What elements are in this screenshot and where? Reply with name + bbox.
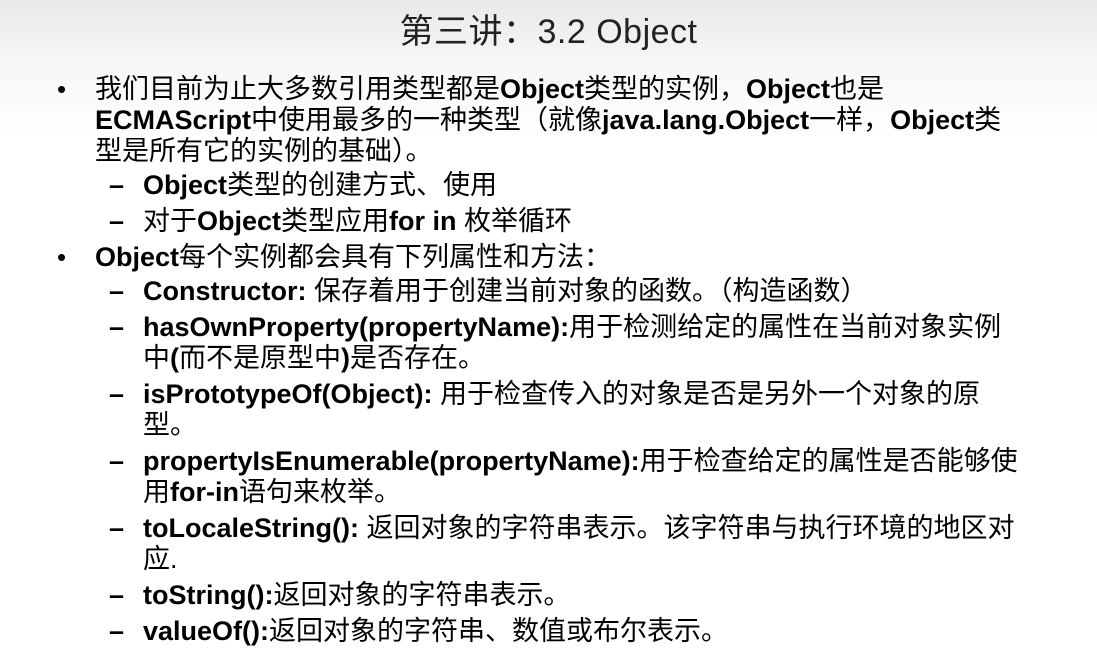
dash-marker: – (109, 206, 125, 236)
sub-bullet-item: – propertyIsEnumerable(propertyName):用于检查… (0, 446, 1097, 508)
item-text: 我们目前为止大多数引用类型都是Object类型的实例，Object也是ECMAS… (95, 74, 1015, 167)
text-segment: 而不是原型中 (179, 343, 341, 373)
text-segment: 是否存在。 (350, 343, 485, 373)
text-segment: 返回对象的字符串、数值或布尔表示。 (269, 616, 729, 646)
item-text: Object每个实例都会具有下列属性和方法： (95, 242, 1015, 273)
sub-bullet-item: – toLocaleString(): 返回对象的字符串表示。该字符串与执行环境的… (0, 513, 1097, 575)
sub-bullet-item: – 对于Object类型应用for in 枚举循环 (0, 206, 1097, 237)
bullet-marker: • (57, 74, 67, 104)
bold-term: Object (890, 105, 975, 135)
bold-term: Object (746, 74, 831, 104)
item-text: Object类型的创建方式、使用 (143, 170, 1023, 201)
slide-content: • 我们目前为止大多数引用类型都是Object类型的实例，Object也是ECMA… (0, 74, 1097, 652)
item-text: toString():返回对象的字符串表示。 (143, 580, 1023, 611)
bold-term: hasOwnProperty(propertyName): (143, 312, 570, 342)
dash-marker: – (109, 379, 125, 409)
dash-marker: – (109, 312, 125, 342)
sub-bullet-item: – valueOf():返回对象的字符串、数值或布尔表示。 (0, 616, 1097, 647)
bullet-item: • 我们目前为止大多数引用类型都是Object类型的实例，Object也是ECMA… (0, 74, 1097, 167)
bold-term: Object (143, 170, 228, 200)
text-segment: 也是 (830, 74, 885, 104)
sub-bullet-item: – Constructor: 保存着用于创建当前对象的函数。（构造函数） (0, 276, 1097, 307)
dash-marker: – (109, 276, 125, 306)
bold-term: for in (389, 206, 457, 236)
dash-marker: – (109, 446, 125, 476)
sub-bullet-item: – toString():返回对象的字符串表示。 (0, 580, 1097, 611)
sub-bullet-item: – Object类型的创建方式、使用 (0, 170, 1097, 201)
bold-term: ( (170, 343, 179, 373)
item-text: hasOwnProperty(propertyName):用于检测给定的属性在当… (143, 312, 1023, 374)
sub-bullet-item: – hasOwnProperty(propertyName):用于检测给定的属性在… (0, 312, 1097, 374)
bold-term: toLocaleString(): (143, 513, 359, 543)
text-segment: 对于 (143, 206, 197, 236)
item-text: valueOf():返回对象的字符串、数值或布尔表示。 (143, 616, 1023, 647)
text-segment: 枚举循环 (456, 206, 573, 236)
text-segment: 每个实例都会具有下列属性和方法： (179, 242, 612, 272)
item-text: isPrototypeOf(Object): 用于检查传入的对象是否是另外一个对… (143, 379, 1023, 441)
bold-term: ECMAScript (95, 105, 252, 135)
slide-title: 第三讲：3.2 Object (399, 13, 698, 51)
bullet-marker: • (57, 242, 67, 272)
text-segment: 保存着用于创建当前对象的函数。（构造函数） (306, 276, 868, 306)
bold-term: Constructor: (143, 276, 307, 306)
sub-bullet-item: – isPrototypeOf(Object): 用于检查传入的对象是否是另外一个… (0, 379, 1097, 441)
bold-term: isPrototypeOf(Object): (143, 379, 433, 409)
text-segment: 类型的创建方式、使用 (227, 170, 498, 200)
bold-term: for-in (170, 477, 239, 507)
bold-term: Object (95, 242, 180, 272)
dash-marker: – (109, 580, 125, 610)
bold-term: propertyIsEnumerable(propertyName): (143, 446, 640, 476)
item-text: propertyIsEnumerable(propertyName):用于检查给… (143, 446, 1023, 508)
item-text: Constructor: 保存着用于创建当前对象的函数。（构造函数） (143, 276, 1023, 307)
dash-marker: – (109, 616, 125, 646)
bold-term: java.lang.Object (602, 105, 810, 135)
text-segment: 类型应用 (281, 206, 390, 236)
bold-term: Object (500, 74, 585, 104)
text-segment: 中使用最多的一种类型（就像 (251, 105, 603, 135)
text-segment: 语句来枚举。 (238, 477, 401, 507)
dash-marker: – (109, 513, 125, 543)
text-segment: 一样， (809, 105, 891, 135)
text-segment: 我们目前为止大多数引用类型都是 (95, 74, 500, 104)
bullet-item: • Object每个实例都会具有下列属性和方法： (0, 242, 1097, 273)
text-segment: 类型的实例， (584, 74, 747, 104)
item-text: 对于Object类型应用for in 枚举循环 (143, 206, 1023, 237)
bold-term: toString(): (143, 580, 274, 610)
dash-marker: – (109, 170, 125, 200)
text-segment: 返回对象的字符串表示。 (273, 580, 571, 610)
bold-term: Object (197, 206, 282, 236)
bold-term: ) (341, 343, 350, 373)
bold-term: valueOf(): (143, 616, 270, 646)
item-text: toLocaleString(): 返回对象的字符串表示。该字符串与执行环境的地… (143, 513, 1023, 575)
